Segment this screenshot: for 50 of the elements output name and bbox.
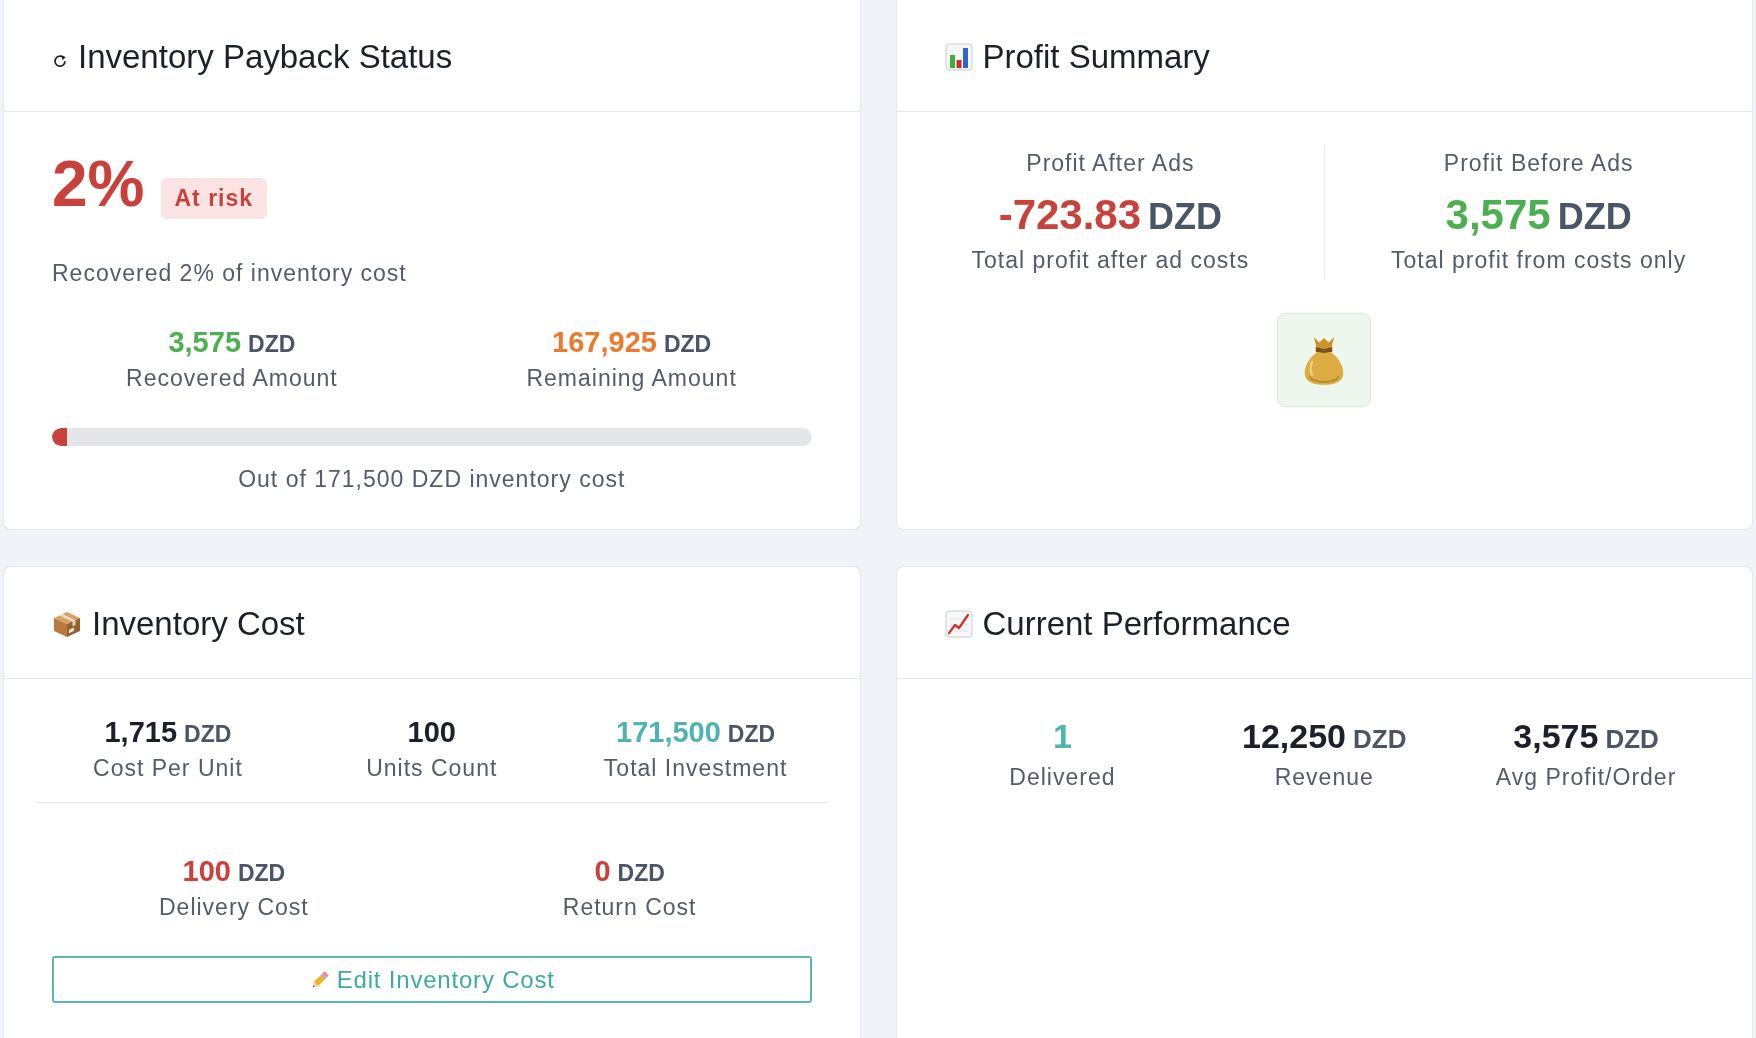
stat-label: Units Count [366, 755, 498, 782]
status-badge: At risk [160, 178, 268, 219]
currency-unit: DZD [727, 721, 776, 748]
stat-value: 0 [594, 854, 611, 888]
card-title: Current Performance [982, 605, 1291, 643]
summary-text: Recovered 2% of inventory cost [52, 260, 408, 287]
amount-value: 3,575 [168, 325, 241, 359]
stat-label: Revenue [1274, 764, 1374, 791]
currency-unit: DZD [1353, 724, 1407, 755]
currency-unit: DZD [1557, 196, 1632, 238]
stat-label: Total Investment [603, 755, 788, 782]
currency-unit: DZD [184, 721, 232, 748]
stat-label: Return Cost [562, 894, 697, 921]
profit-value: 3,575 [1445, 192, 1551, 238]
money-bag-icon [1277, 313, 1372, 407]
caption-text: Out of 171,500 DZD inventory cost [237, 466, 627, 493]
currency-unit: DZD [248, 331, 296, 358]
stat-value: 100 [182, 854, 231, 888]
stat-value: 1 [1052, 717, 1072, 755]
card-title: Profit Summary [982, 38, 1210, 76]
currency-unit: DZD [1605, 724, 1659, 755]
currency-unit: DZD [1148, 196, 1223, 238]
bar-chart-icon [944, 43, 973, 71]
stat-value: 3,575 [1513, 717, 1599, 755]
stat-label: Remaining Amount [526, 365, 737, 392]
profit-note: Total profit from costs only [1391, 247, 1687, 274]
stat-label: Avg Profit/Order [1495, 764, 1677, 791]
stat-value: 1,715 [104, 715, 178, 749]
currency-unit: DZD [663, 331, 712, 358]
profit-label: Profit After Ads [1026, 150, 1195, 177]
card-title: Inventory Payback Status [78, 38, 453, 76]
currency-unit: DZD [617, 860, 665, 887]
percent-value: 2% [52, 152, 145, 216]
stat-label: Delivery Cost [159, 894, 309, 921]
refresh-icon [52, 53, 68, 69]
stat-value: 171,500 [616, 715, 721, 749]
stat-value: 100 [407, 715, 456, 749]
amount-value: 167,925 [552, 325, 657, 359]
box-icon [52, 609, 82, 639]
stat-label: Recovered Amount [126, 365, 338, 392]
profit-note: Total profit after ad costs [971, 247, 1250, 274]
stat-label: Delivered [1009, 764, 1116, 791]
line-chart-icon [944, 610, 973, 638]
profit-value: -723.83 [998, 192, 1142, 238]
stat-value: 12,250 [1242, 717, 1346, 755]
currency-unit: DZD [237, 860, 286, 887]
edit-button[interactable]: Edit Inventory Cost [52, 956, 812, 1003]
profit-label: Profit Before Ads [1443, 150, 1634, 177]
card-title: Inventory Cost [92, 605, 305, 643]
stat-label: Cost Per Unit [93, 755, 243, 782]
